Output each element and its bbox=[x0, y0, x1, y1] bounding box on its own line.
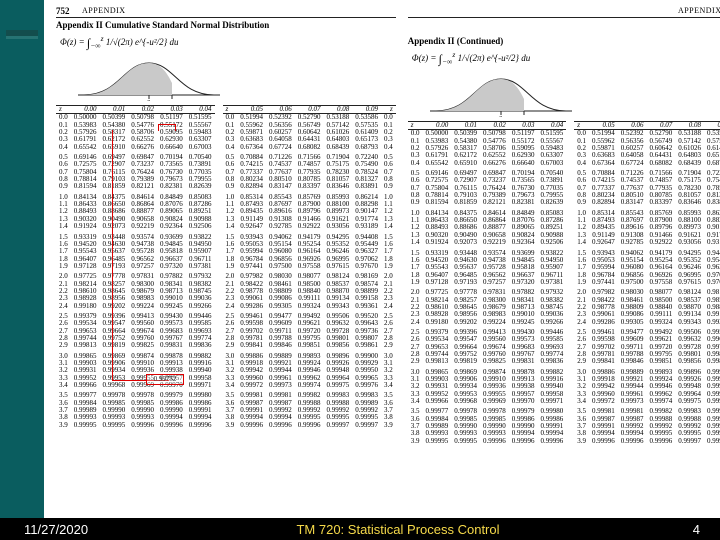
book-page-left: 752 APPENDIX Appendix II Cumulative Stan… bbox=[50, 2, 402, 514]
normal-curve-diagram-right: 0 z bbox=[426, 73, 576, 117]
annotation-lookup-path bbox=[112, 130, 169, 381]
z-table-right-hi: z0.050.060.070.080.09z0.00.519940.523920… bbox=[574, 121, 720, 445]
annotation-value-box: 0.99752 bbox=[146, 374, 184, 385]
footer-date: 11/27/2020 bbox=[0, 522, 144, 537]
slide-footer: 11/27/2020 TM 720: Statistical Process C… bbox=[0, 518, 720, 540]
page-type-left: APPENDIX bbox=[82, 6, 126, 16]
page-type-right: APPENDIX bbox=[678, 6, 720, 16]
book-page-right: 753 APPENDIX Appendix II (Continued) Φ(z… bbox=[402, 2, 720, 514]
phi-formula-right: Φ(z) = ∫−∞z 1/√(2π) e^{-u²/2} du bbox=[412, 50, 720, 67]
slide: 752 APPENDIX Appendix II Cumulative Stan… bbox=[0, 0, 720, 540]
footer-slide-number: 4 bbox=[652, 522, 720, 537]
z-table-left-hi: z0.050.060.070.080.09z0.00.519940.523920… bbox=[223, 105, 396, 429]
svg-text:z: z bbox=[521, 115, 525, 117]
svg-text:z: z bbox=[169, 99, 173, 101]
footer-course: TM 720: Statistical Process Control bbox=[144, 522, 652, 537]
phi-formula-left: Φ(z) = ∫−∞z 1/√(2π) e^{-u²/2} du bbox=[60, 34, 396, 51]
appendix-title-left: Appendix II Cumulative Standard Normal D… bbox=[56, 20, 396, 30]
page-scan: 752 APPENDIX Appendix II Cumulative Stan… bbox=[50, 2, 716, 514]
appendix-title-right: Appendix II (Continued) bbox=[408, 36, 720, 46]
page-number-left: 752 bbox=[56, 6, 82, 16]
svg-text:0: 0 bbox=[499, 115, 503, 117]
svg-text:0: 0 bbox=[147, 99, 151, 101]
normal-curve-diagram-left: 0 z bbox=[74, 57, 224, 101]
slide-accent-bar bbox=[0, 0, 44, 518]
z-table-right-lo: z0.000.010.020.030.040.00.500000.503990.… bbox=[408, 121, 567, 445]
